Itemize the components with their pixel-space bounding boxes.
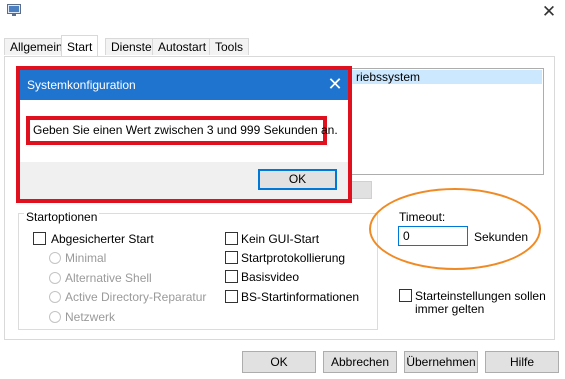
timeout-unit-label: Sekunden	[474, 230, 529, 244]
permanent-settings-checkbox[interactable]	[399, 289, 412, 302]
timeout-input[interactable]: 0	[398, 226, 468, 246]
timeout-label: Timeout:	[399, 210, 446, 224]
radio-active-directory-repair[interactable]	[49, 291, 61, 303]
radio-network-label: Netzwerk	[65, 310, 116, 324]
boot-log-checkbox[interactable]	[225, 251, 238, 264]
no-gui-boot-label: Kein GUI-Start	[241, 232, 320, 246]
tab-allgemein[interactable]: Allgemein	[4, 38, 69, 55]
permanent-settings-label-line1: Starteinstellungen sollen	[415, 289, 546, 303]
dialog-message: Geben Sie einen Wert zwischen 3 und 999 …	[33, 123, 338, 137]
os-boot-info-checkbox[interactable]	[225, 290, 238, 303]
boot-entry-label: riebssystem	[356, 70, 421, 84]
cancel-button[interactable]: Abbrechen	[323, 351, 397, 373]
dialog-title: Systemkonfiguration	[27, 78, 136, 92]
base-video-checkbox[interactable]	[225, 270, 238, 283]
radio-network[interactable]	[49, 311, 61, 323]
apply-button[interactable]: Übernehmen	[404, 351, 478, 373]
safe-boot-label: Abgesicherter Start	[51, 232, 154, 246]
ok-button[interactable]: OK	[242, 351, 316, 373]
radio-active-directory-repair-label: Active Directory-Reparatur	[65, 290, 207, 304]
startoptions-group-label: Startoptionen	[24, 210, 100, 224]
tab-tools[interactable]: Tools	[209, 38, 250, 55]
dialog-close-icon[interactable]: ✕	[326, 74, 344, 94]
tab-autostart[interactable]: Autostart	[152, 38, 213, 55]
window-close-icon[interactable]: ✕	[541, 3, 557, 20]
radio-alternative-shell-label: Alternative Shell	[65, 271, 152, 285]
radio-minimal-label: Minimal	[65, 251, 107, 265]
os-boot-info-label: BS-Startinformationen	[241, 290, 360, 304]
dialog-ok-button[interactable]: OK	[258, 169, 337, 190]
no-gui-boot-checkbox[interactable]	[225, 232, 238, 245]
radio-alternative-shell[interactable]	[49, 272, 61, 284]
tab-dienste[interactable]: Dienste	[105, 38, 158, 55]
base-video-label: Basisvideo	[241, 270, 300, 284]
safe-boot-checkbox[interactable]	[33, 232, 46, 245]
tab-start[interactable]: Start	[61, 35, 99, 56]
system-configuration-icon	[7, 4, 21, 16]
boot-log-label: Startprotokollierung	[241, 251, 346, 265]
radio-minimal[interactable]	[49, 252, 61, 264]
permanent-settings-label-line2: immer gelten	[415, 302, 485, 316]
help-button[interactable]: Hilfe	[485, 351, 559, 373]
